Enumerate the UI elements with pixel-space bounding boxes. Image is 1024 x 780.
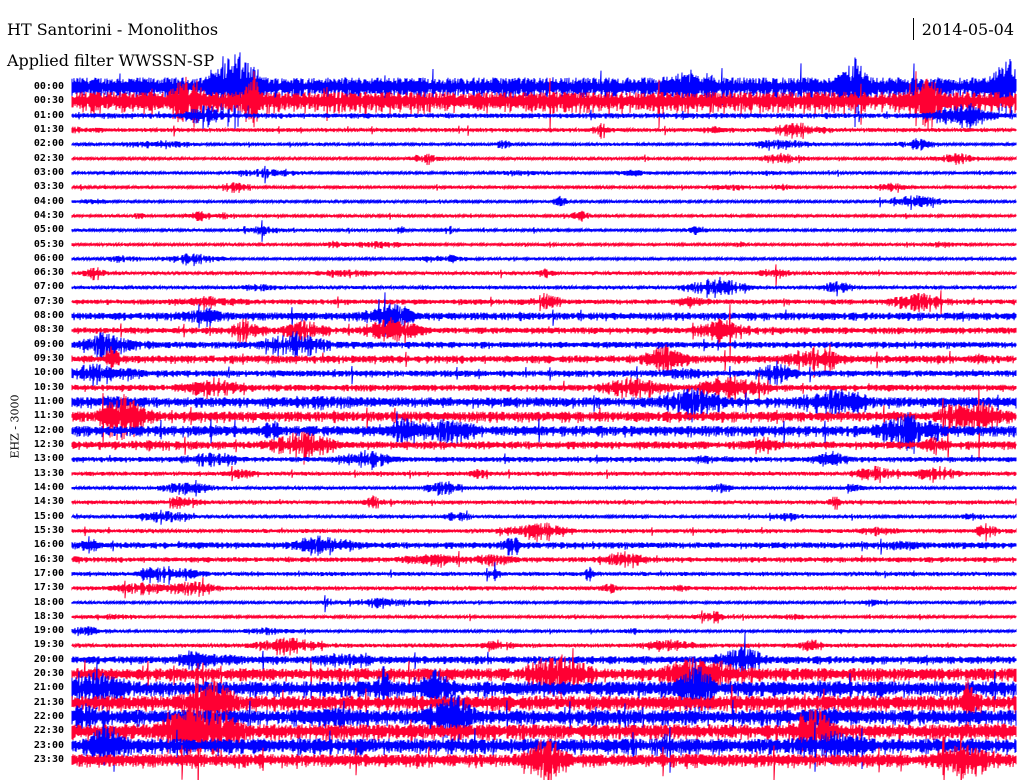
- trace-row-1400: [71, 479, 1017, 497]
- time-tick-label: 04:30: [33, 209, 64, 221]
- time-tick-label: 20:30: [33, 668, 64, 680]
- time-tick-label: 23:30: [33, 754, 64, 766]
- trace-row-1930: [71, 637, 1017, 656]
- time-tick-label: 11:00: [33, 396, 64, 408]
- time-tick-label: 00:00: [33, 81, 64, 92]
- time-tick-label: 08:30: [33, 324, 64, 336]
- time-tick-label: 03:30: [33, 181, 64, 193]
- time-tick-label: 05:30: [33, 238, 64, 250]
- station-title: HT Santorini - Monolithos: [7, 20, 219, 39]
- time-tick-label: 06:00: [33, 252, 64, 264]
- time-tick-label: 21:30: [33, 696, 64, 708]
- time-tick-label: 07:30: [33, 295, 64, 307]
- trace-row-0430: [71, 210, 1017, 222]
- trace-row-1500: [71, 509, 1017, 525]
- time-tick-label: 14:30: [33, 496, 64, 508]
- time-tick-label: 22:00: [33, 711, 64, 723]
- time-tick-label: 17:00: [33, 567, 64, 579]
- trace-row-1700: [71, 562, 1017, 585]
- time-tick-label: 08:00: [33, 310, 64, 322]
- time-tick-label: 17:30: [33, 582, 64, 594]
- trace-row-1330: [71, 465, 1017, 484]
- time-tick-label: 03:00: [33, 166, 64, 178]
- trace-row-1630: [71, 551, 1017, 569]
- time-tick-label: 07:00: [33, 281, 64, 293]
- trace-row-0500: [71, 220, 1017, 242]
- time-tick-label: 10:30: [33, 381, 64, 393]
- time-tick-label: 23:00: [33, 739, 64, 751]
- trace-row-0600: [71, 253, 1017, 267]
- trace-row-1530: [71, 522, 1017, 542]
- trace-row-1430: [71, 495, 1017, 510]
- date-divider: [913, 18, 914, 40]
- time-tick-label: 12:00: [33, 424, 64, 436]
- time-tick-label: 10:00: [33, 367, 64, 379]
- time-tick-label: 05:00: [33, 224, 64, 236]
- time-tick-label: 15:30: [33, 524, 64, 536]
- trace-row-0630: [71, 264, 1017, 287]
- time-tick-label: 02:00: [33, 138, 64, 150]
- time-tick-label: 16:30: [33, 553, 64, 565]
- time-tick-label: 19:30: [33, 639, 64, 651]
- trace-row-0530: [71, 240, 1017, 249]
- time-tick-label: 02:30: [33, 152, 64, 164]
- trace-row-0400: [71, 195, 1017, 211]
- time-tick-label: 13:00: [33, 453, 64, 465]
- time-tick-label: 14:00: [33, 481, 64, 493]
- time-tick-label: 01:30: [33, 123, 64, 135]
- time-tick-label: 09:30: [33, 353, 64, 365]
- trace-row-1600: [71, 535, 1017, 556]
- filter-label: Applied filter WWSSN-SP: [7, 51, 215, 70]
- trace-row-0300: [71, 165, 1017, 184]
- time-tick-label: 00:30: [33, 95, 64, 107]
- trace-row-0130: [71, 122, 1017, 139]
- time-tick-label: 16:00: [33, 539, 64, 551]
- trace-row-1900: [71, 626, 1017, 637]
- time-tick-label: 18:30: [33, 610, 64, 622]
- time-tick-label: 20:00: [33, 653, 64, 665]
- time-tick-label: 11:30: [33, 410, 64, 422]
- time-tick-label: 21:00: [33, 682, 64, 694]
- time-tick-label: 06:30: [33, 267, 64, 279]
- time-tick-label: 15:00: [33, 510, 64, 522]
- trace-row-1800: [71, 595, 1017, 613]
- time-tick-label: 13:30: [33, 467, 64, 479]
- trace-row-0200: [71, 138, 1017, 151]
- time-tick-label: 09:00: [33, 338, 64, 350]
- trace-row-1730: [71, 577, 1017, 599]
- time-tick-label: 04:00: [33, 195, 64, 207]
- trace-row-1830: [71, 610, 1017, 624]
- trace-row-0230: [71, 152, 1017, 166]
- time-tick-label: 22:30: [33, 725, 64, 737]
- time-tick-label: 19:00: [33, 625, 64, 637]
- time-tick-label: 01:00: [33, 109, 64, 121]
- date-label: 2014-05-04: [921, 20, 1014, 39]
- time-tick-label: 12:30: [33, 439, 64, 450]
- helicorder-plot: [71, 52, 1017, 780]
- trace-row-0330: [71, 182, 1017, 193]
- time-tick-label: 18:00: [33, 596, 64, 608]
